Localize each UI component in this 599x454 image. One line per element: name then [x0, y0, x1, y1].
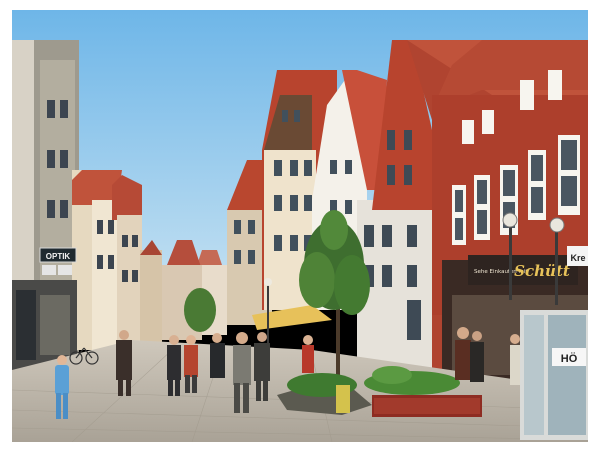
postcard: OPTIK Sehe Einkaufen mit Schütt Kre HÖ — [0, 0, 599, 454]
kiosk: HÖ — [520, 310, 588, 440]
hoe-sign: HÖ — [561, 352, 578, 365]
optik-sign-text: OPTIK — [46, 252, 71, 261]
kre-sign: Kre — [570, 253, 585, 263]
schuett-sign: Schütt — [514, 262, 570, 280]
optik-sign: OPTIK — [39, 247, 77, 275]
distant-tree — [184, 288, 216, 332]
street-photo: OPTIK Sehe Einkaufen mit Schütt Kre HÖ — [12, 10, 588, 442]
street-scene: OPTIK Sehe Einkaufen mit Schütt Kre HÖ — [12, 10, 588, 442]
